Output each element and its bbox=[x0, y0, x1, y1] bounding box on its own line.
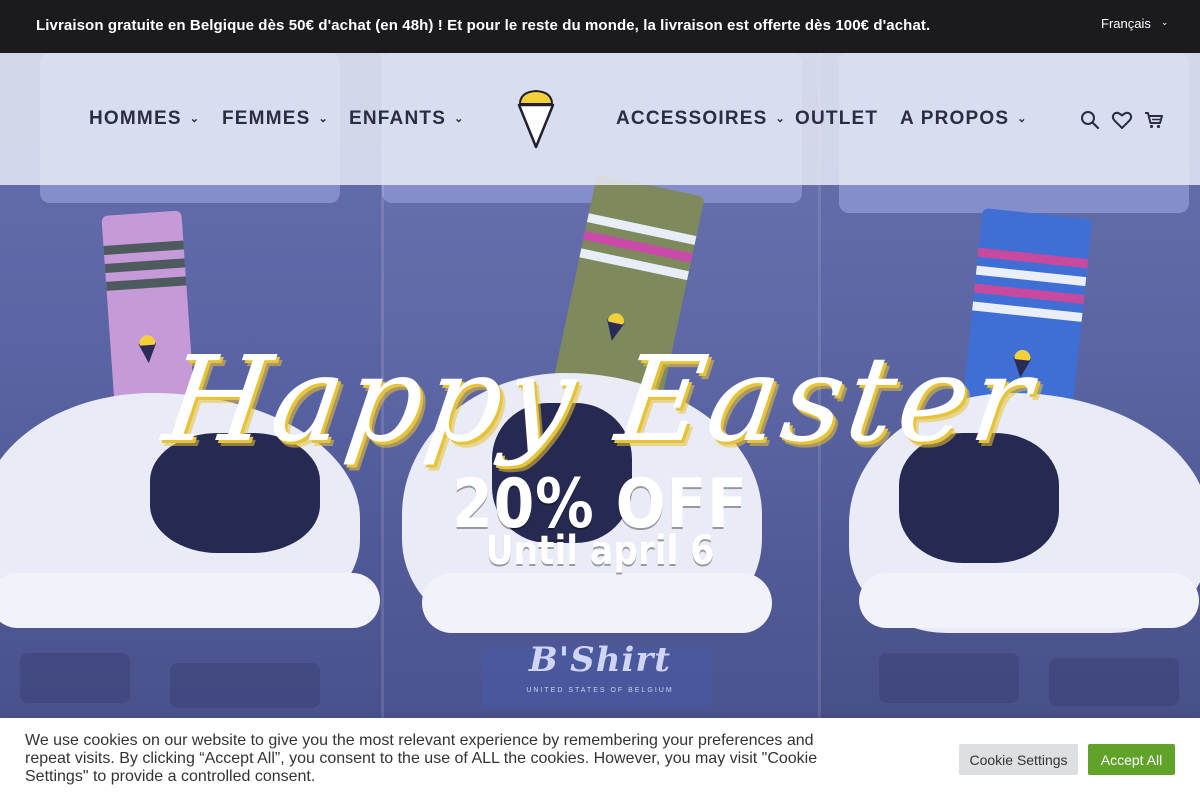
language-label: Français bbox=[1101, 16, 1151, 31]
chevron-down-icon: ⌄ bbox=[318, 112, 329, 125]
search-icon[interactable] bbox=[1079, 109, 1101, 131]
sneaker-sole-decor bbox=[422, 573, 772, 633]
nav-label: A PROPOS bbox=[900, 108, 1010, 129]
nav-item-hommes[interactable]: HOMMES ⌄ bbox=[89, 108, 200, 130]
chevron-down-icon: ⌄ bbox=[1160, 17, 1169, 27]
accept-all-button[interactable]: Accept All bbox=[1088, 744, 1175, 775]
nav-item-outlet[interactable]: OUTLET bbox=[795, 108, 878, 130]
nav-label: OUTLET bbox=[795, 108, 879, 129]
nav-item-accessoires[interactable]: ACCESSOIRES ⌄ bbox=[616, 108, 786, 130]
logo-cone-icon[interactable] bbox=[516, 88, 556, 150]
main-navigation: HOMMES ⌄ FEMMES ⌄ ENFANTS ⌄ ACCESSOIRES … bbox=[0, 53, 1200, 185]
nav-label: ENFANTS bbox=[349, 108, 447, 129]
chevron-down-icon: ⌄ bbox=[189, 112, 201, 125]
cobble-decor bbox=[1049, 658, 1179, 706]
heart-icon[interactable] bbox=[1111, 109, 1133, 131]
cobble-decor bbox=[170, 663, 320, 708]
brand-tagline: UNITED STATES OF BELGIUM bbox=[526, 687, 674, 694]
hero-headline: Happy Easter bbox=[156, 330, 1044, 468]
announcement-text: Livraison gratuite en Belgique dès 50€ d… bbox=[36, 17, 931, 34]
cobble-decor bbox=[20, 653, 130, 703]
nav-item-enfants[interactable]: ENFANTS ⌄ bbox=[349, 108, 465, 130]
sneaker-sole-decor bbox=[0, 573, 380, 628]
sneaker-sole-decor bbox=[859, 573, 1199, 628]
cart-icon[interactable] bbox=[1143, 109, 1165, 131]
cookie-settings-button[interactable]: Cookie Settings bbox=[959, 744, 1078, 775]
chevron-down-icon: ⌄ bbox=[454, 112, 465, 125]
nav-label: HOMMES bbox=[89, 108, 182, 129]
nav-item-a-propos[interactable]: A PROPOS ⌄ bbox=[900, 108, 1028, 130]
cobble-decor bbox=[879, 653, 1019, 703]
hero-until: Until april 6 bbox=[485, 528, 715, 574]
nav-label: ACCESSOIRES bbox=[616, 108, 768, 129]
nav-item-femmes[interactable]: FEMMES ⌄ bbox=[222, 108, 329, 130]
brand-logo-text: B'Shirt bbox=[529, 640, 671, 680]
nav-label: FEMMES bbox=[222, 108, 311, 129]
cookie-text: We use cookies on our website to give yo… bbox=[25, 732, 818, 785]
chevron-down-icon: ⌄ bbox=[1017, 112, 1028, 125]
announcement-bar: Livraison gratuite en Belgique dès 50€ d… bbox=[0, 0, 1200, 53]
cookie-consent-bar: We use cookies on our website to give yo… bbox=[0, 718, 1200, 800]
chevron-down-icon: ⌄ bbox=[775, 112, 786, 125]
language-selector[interactable]: Français ⌄ bbox=[1101, 16, 1168, 31]
